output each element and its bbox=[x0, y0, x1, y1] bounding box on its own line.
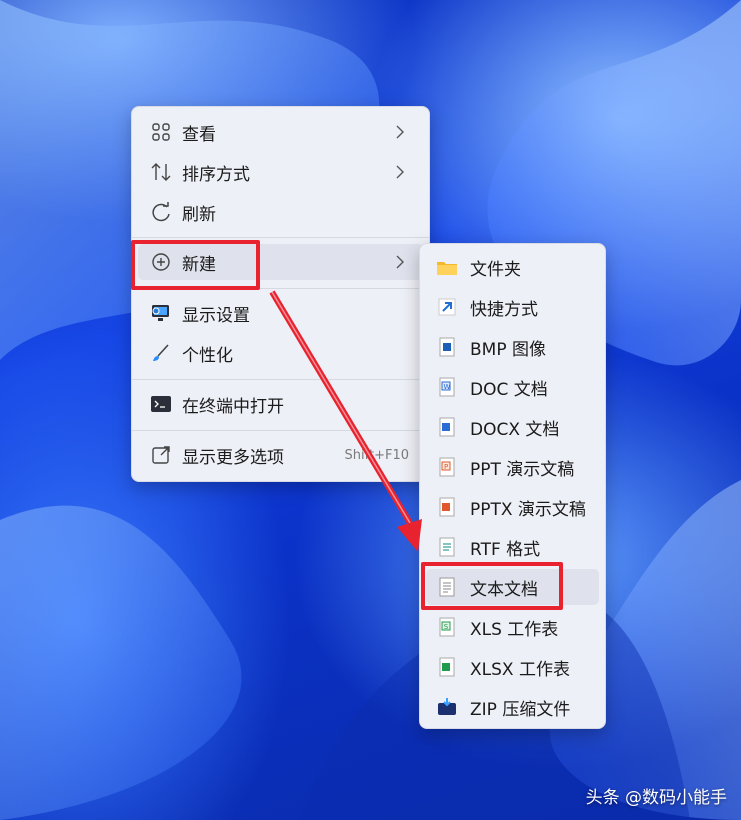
menu-item-view[interactable]: 查看 bbox=[138, 114, 423, 150]
menu-item-label: 显示更多选项 bbox=[182, 447, 284, 468]
sort-icon bbox=[150, 161, 172, 183]
chevron-right-icon bbox=[396, 125, 404, 139]
watermark: 头条 @数码小能手 bbox=[585, 788, 727, 808]
submenu-item-docx[interactable]: DOCX 文档 bbox=[426, 409, 599, 445]
highlight-box-new bbox=[131, 240, 260, 290]
menu-separator bbox=[132, 237, 429, 238]
terminal-icon bbox=[150, 393, 172, 415]
folder-icon bbox=[436, 256, 458, 278]
menu-item-display-settings[interactable]: 显示设置 bbox=[138, 295, 423, 331]
zip-file-icon bbox=[436, 696, 458, 718]
submenu-item-label: BMP 图像 bbox=[470, 339, 546, 360]
new-submenu: 文件夹 快捷方式 BMP 图像 W DOC 文档 DOCX 文档 P PPT 演… bbox=[419, 243, 606, 729]
submenu-item-label: 文件夹 bbox=[470, 259, 521, 280]
grid-icon bbox=[150, 121, 172, 143]
svg-text:S: S bbox=[444, 623, 449, 631]
submenu-item-label: ZIP 压缩文件 bbox=[470, 699, 571, 720]
submenu-item-label: RTF 格式 bbox=[470, 539, 541, 560]
menu-item-show-more-options[interactable]: 显示更多选项 Shift+F10 bbox=[138, 437, 423, 473]
xlsx-file-icon bbox=[436, 656, 458, 678]
submenu-item-label: DOC 文档 bbox=[470, 379, 548, 400]
submenu-item-label: XLS 工作表 bbox=[470, 619, 559, 640]
submenu-item-ppt[interactable]: P PPT 演示文稿 bbox=[426, 449, 599, 485]
submenu-item-shortcut[interactable]: 快捷方式 bbox=[426, 289, 599, 325]
submenu-item-xls[interactable]: S XLS 工作表 bbox=[426, 609, 599, 645]
menu-item-label: 排序方式 bbox=[182, 164, 250, 185]
display-settings-icon bbox=[150, 302, 172, 324]
pptx-file-icon bbox=[436, 496, 458, 518]
brush-icon bbox=[150, 342, 172, 364]
submenu-item-pptx[interactable]: PPTX 演示文稿 bbox=[426, 489, 599, 525]
menu-item-label: 显示设置 bbox=[182, 305, 250, 326]
docx-file-icon bbox=[436, 416, 458, 438]
menu-item-refresh[interactable]: 刷新 bbox=[138, 194, 423, 230]
refresh-icon bbox=[150, 201, 172, 223]
chevron-right-icon bbox=[396, 255, 404, 269]
submenu-item-label: PPTX 演示文稿 bbox=[470, 499, 586, 520]
xls-file-icon: S bbox=[436, 616, 458, 638]
svg-text:W: W bbox=[444, 383, 451, 391]
ppt-file-icon: P bbox=[436, 456, 458, 478]
submenu-item-xlsx[interactable]: XLSX 工作表 bbox=[426, 649, 599, 685]
submenu-item-label: DOCX 文档 bbox=[470, 419, 560, 440]
svg-text:P: P bbox=[444, 463, 448, 471]
chevron-right-icon bbox=[396, 165, 404, 179]
menu-separator bbox=[132, 379, 429, 380]
menu-item-label: 查看 bbox=[182, 124, 216, 145]
menu-item-personalize[interactable]: 个性化 bbox=[138, 335, 423, 371]
context-menu: 查看 排序方式 刷新 新建 显示设置 个性化 在终端中打开 显示更多选项 Shi… bbox=[131, 106, 430, 482]
submenu-item-bmp[interactable]: BMP 图像 bbox=[426, 329, 599, 365]
submenu-item-label: XLSX 工作表 bbox=[470, 659, 570, 680]
menu-item-label: 在终端中打开 bbox=[182, 396, 284, 417]
menu-item-label: 个性化 bbox=[182, 345, 233, 366]
menu-separator bbox=[132, 430, 429, 431]
submenu-item-label: PPT 演示文稿 bbox=[470, 459, 575, 480]
highlight-box-text-document bbox=[421, 562, 563, 610]
bmp-file-icon bbox=[436, 336, 458, 358]
submenu-item-label: 快捷方式 bbox=[470, 299, 538, 320]
open-external-icon bbox=[150, 444, 172, 466]
shortcut-arrow-icon bbox=[436, 296, 458, 318]
menu-item-sort[interactable]: 排序方式 bbox=[138, 154, 423, 190]
menu-item-open-terminal[interactable]: 在终端中打开 bbox=[138, 386, 423, 422]
shortcut-hint: Shift+F10 bbox=[344, 447, 409, 463]
submenu-item-folder[interactable]: 文件夹 bbox=[426, 249, 599, 285]
submenu-item-doc[interactable]: W DOC 文档 bbox=[426, 369, 599, 405]
rtf-file-icon bbox=[436, 536, 458, 558]
submenu-item-zip[interactable]: ZIP 压缩文件 bbox=[426, 689, 599, 725]
doc-file-icon: W bbox=[436, 376, 458, 398]
menu-item-label: 刷新 bbox=[182, 204, 216, 225]
submenu-item-rtf[interactable]: RTF 格式 bbox=[426, 529, 599, 565]
